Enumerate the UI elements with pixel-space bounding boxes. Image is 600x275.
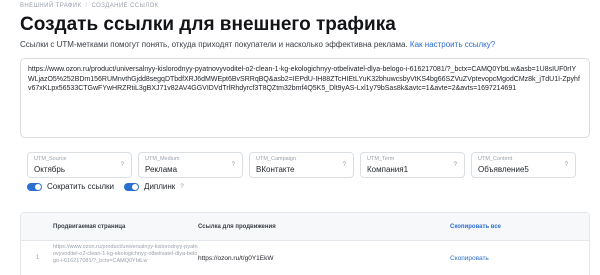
utm-source-field[interactable]: UTM_Source Октябрь ?: [27, 152, 132, 178]
utm-medium-value[interactable]: Реклама: [145, 164, 236, 175]
help-icon[interactable]: ?: [343, 162, 346, 168]
utm-params: UTM_Source Октябрь ? UTM_Medium Реклама …: [27, 152, 576, 178]
promoted-page-url: https://www.ozon.ru/product/universalnyy…: [53, 244, 198, 264]
url-input[interactable]: https://www.ozon.ru/product/universalnyy…: [20, 58, 590, 138]
help-icon[interactable]: ?: [454, 162, 457, 168]
short-link[interactable]: https://ozon.ru/t/g0Y1EkW: [198, 255, 450, 262]
help-icon[interactable]: ?: [232, 162, 235, 168]
utm-term-value[interactable]: Компания1: [367, 164, 458, 175]
subtitle-text: Ссылки с UTM-метками помогут понять, отк…: [20, 40, 408, 49]
help-icon[interactable]: ?: [180, 184, 183, 190]
shorten-links-label: Сократить ссылки: [47, 182, 115, 191]
breadcrumb: ВНЕШНИЙ ТРАФИК / СОЗДАНИЕ ССЫЛОК: [20, 3, 159, 9]
breadcrumb-separator: /: [85, 3, 88, 9]
page-title: Создать ссылки для внешнего трафика: [20, 14, 396, 35]
breadcrumb-item-create-links: СОЗДАНИЕ ССЫЛОК: [91, 3, 159, 9]
toggle-knob: [35, 183, 41, 190]
utm-campaign-field[interactable]: UTM_Campaign ВКонтакте ?: [249, 152, 354, 178]
breadcrumb-item-external-traffic[interactable]: ВНЕШНИЙ ТРАФИК: [20, 3, 82, 9]
copy-all-button[interactable]: Скопировать все: [450, 224, 501, 230]
page-subtitle: Ссылки с UTM-метками помогут понять, отк…: [20, 40, 495, 49]
deeplink-toggle-group[interactable]: Диплинк ?: [124, 182, 184, 191]
deeplink-toggle[interactable]: [124, 182, 140, 191]
deeplink-label: Диплинк: [144, 182, 176, 191]
copy-button[interactable]: Скопировать: [450, 255, 489, 262]
table-row: 1 https://www.ozon.ru/product/universaln…: [21, 241, 589, 275]
utm-content-value[interactable]: Объявление5: [478, 164, 569, 175]
column-header-page: Продвигаемая страница: [53, 223, 126, 230]
links-table: Продвигаемая страница Ссылка для продвиж…: [20, 212, 590, 275]
column-header-link: Ссылка для продвижения: [198, 223, 276, 230]
utm-source-label: UTM_Source: [34, 156, 67, 162]
utm-term-field[interactable]: UTM_Term Компания1 ?: [360, 152, 465, 178]
shorten-links-toggle-group[interactable]: Сократить ссылки: [27, 182, 114, 191]
help-link[interactable]: Как настроить ссылку?: [410, 40, 495, 49]
toggle-knob: [132, 183, 139, 190]
shorten-links-toggle[interactable]: [27, 182, 42, 191]
utm-medium-field[interactable]: UTM_Medium Реклама ?: [138, 152, 243, 178]
utm-content-field[interactable]: UTM_Content Объявление5 ?: [471, 152, 576, 178]
utm-content-label: UTM_Content: [478, 156, 513, 162]
row-number: 1: [35, 255, 40, 261]
table-header: Продвигаемая страница Ссылка для продвиж…: [21, 213, 589, 241]
utm-campaign-value[interactable]: ВКонтакте: [256, 164, 347, 175]
help-icon[interactable]: ?: [565, 162, 568, 168]
utm-term-label: UTM_Term: [367, 156, 395, 162]
help-icon[interactable]: ?: [121, 162, 124, 168]
utm-source-value[interactable]: Октябрь: [34, 164, 125, 175]
utm-campaign-label: UTM_Campaign: [256, 156, 297, 162]
toggle-row: Сократить ссылки Диплинк ?: [27, 182, 184, 191]
utm-medium-label: UTM_Medium: [145, 156, 180, 162]
